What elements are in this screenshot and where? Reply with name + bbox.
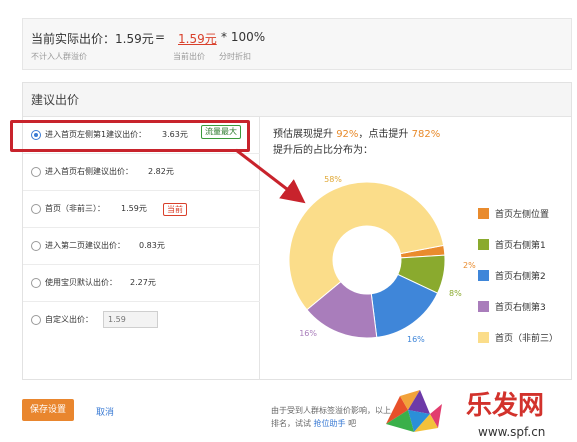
slice-label-2: 8%	[449, 289, 462, 298]
legend-swatch	[478, 208, 489, 219]
cancel-link[interactable]: 取消	[96, 405, 114, 418]
save-button[interactable]: 保存设置	[22, 399, 74, 421]
slice-label-3: 16%	[407, 335, 425, 344]
legend-swatch	[478, 332, 489, 343]
slice-label-5: 58%	[324, 175, 342, 184]
legend-swatch	[478, 301, 489, 312]
legend-label: 首页右侧第1	[495, 241, 546, 251]
legend-label: 首页（非前三）	[495, 334, 559, 344]
legend-swatch	[478, 239, 489, 250]
watermark-url: www.spf.cn	[478, 425, 545, 439]
legend-label: 首页右侧第3	[495, 303, 546, 313]
slice-label-1: 2%	[463, 261, 476, 270]
watermark-logo: 乐发网 www.spf.cn	[386, 390, 545, 439]
slice-label-4: 16%	[299, 329, 317, 338]
bid-assistant-link[interactable]: 抢位助手	[314, 419, 346, 428]
watermark-text: 乐发网	[466, 390, 544, 421]
legend-label: 首页右侧第2	[495, 272, 546, 282]
footnote-line-2: 排名，试试 抢位助手 吧	[271, 419, 357, 428]
legend-label: 首页左侧位置	[495, 210, 550, 220]
footnote-line-1: 由于受到人群标签溢价影响，以上	[271, 406, 391, 415]
legend-swatch	[478, 270, 489, 281]
fox-logo-icon	[386, 390, 442, 432]
callout-arrow	[235, 148, 306, 204]
